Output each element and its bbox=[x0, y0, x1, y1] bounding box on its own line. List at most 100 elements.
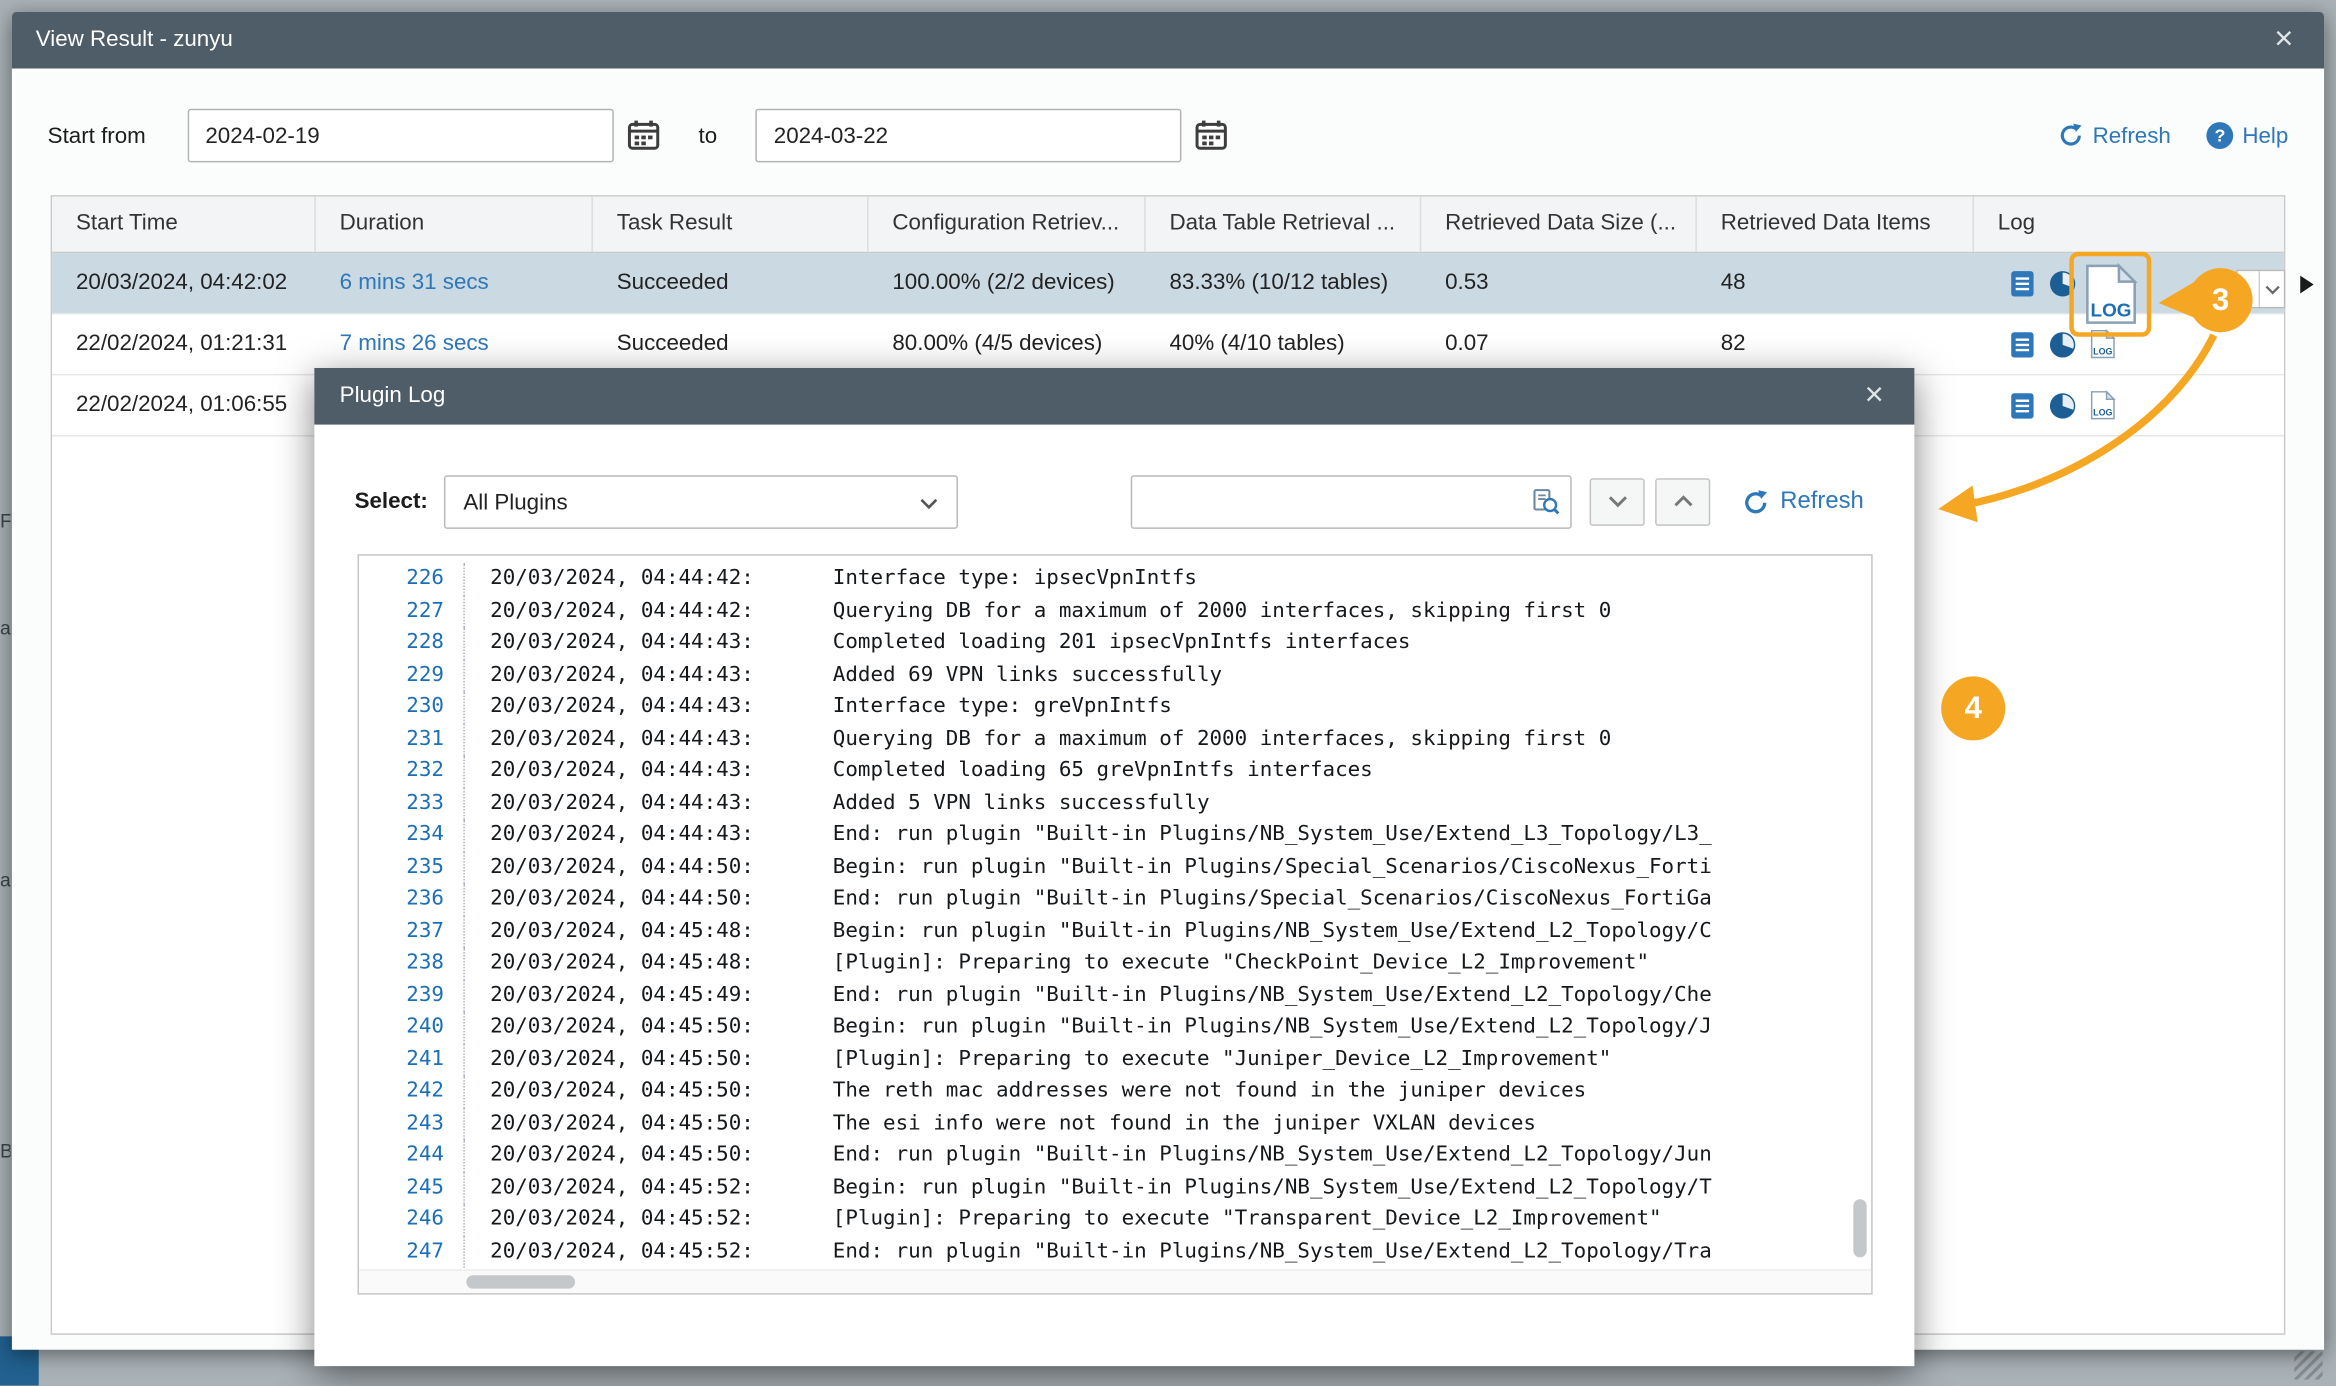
duration-link[interactable]: 7 mins 26 secs bbox=[316, 314, 593, 374]
find-previous-button[interactable] bbox=[1655, 478, 1710, 526]
close-icon[interactable]: × bbox=[1852, 368, 1897, 425]
log-line-number: 243 bbox=[359, 1108, 444, 1140]
log-line: 23420/03/2024, 04:44:43:End: run plugin … bbox=[359, 819, 1850, 851]
log-timestamp: 20/03/2024, 04:44:50: bbox=[490, 851, 833, 883]
log-message: The esi info were not found in the junip… bbox=[833, 1108, 1536, 1140]
plugin-select-value: All Plugins bbox=[463, 489, 919, 514]
log-line-number: 232 bbox=[359, 755, 444, 787]
filter-row: Start from to bbox=[48, 107, 2289, 164]
log-timestamp: 20/03/2024, 04:45:49: bbox=[490, 980, 833, 1012]
resize-grip[interactable] bbox=[2294, 1351, 2322, 1379]
log-line: 24320/03/2024, 04:45:50:The esi info wer… bbox=[359, 1108, 1850, 1140]
duration-link[interactable]: 6 mins 31 secs bbox=[316, 253, 593, 313]
log-line-number: 245 bbox=[359, 1172, 444, 1204]
horizontal-scrollbar-thumb[interactable] bbox=[466, 1275, 575, 1288]
cell-data-table-retrieval: 83.33% (10/12 tables) bbox=[1146, 253, 1422, 313]
log-timestamp: 20/03/2024, 04:44:43: bbox=[490, 627, 833, 659]
step-3-badge: 3 bbox=[2189, 268, 2253, 332]
chevron-down-icon bbox=[919, 489, 938, 514]
plugin-select-dropdown[interactable]: All Plugins bbox=[444, 475, 958, 529]
column-log[interactable]: Log bbox=[1974, 197, 2284, 252]
help-label: Help bbox=[2242, 123, 2288, 148]
column-task-result[interactable]: Task Result bbox=[593, 197, 869, 252]
dialog-titlebar: Plugin Log × bbox=[314, 368, 1914, 425]
table-row[interactable]: 20/03/2024, 04:42:02 6 mins 31 secs Succ… bbox=[52, 253, 2284, 314]
log-line: 22620/03/2024, 04:44:42:Interface type: … bbox=[359, 563, 1850, 595]
column-start-time[interactable]: Start Time bbox=[52, 197, 316, 252]
column-data-table-retrieval[interactable]: Data Table Retrieval ... bbox=[1146, 197, 1422, 252]
find-next-button[interactable] bbox=[1590, 478, 1645, 526]
end-date-input[interactable] bbox=[756, 109, 1182, 163]
help-icon: ? bbox=[2207, 122, 2234, 149]
log-line-number: 236 bbox=[359, 883, 444, 915]
start-date-input[interactable] bbox=[188, 109, 614, 163]
log-line: 23620/03/2024, 04:44:50:End: run plugin … bbox=[359, 883, 1850, 915]
log-refresh-button[interactable]: Refresh bbox=[1742, 475, 1864, 529]
log-line-number: 238 bbox=[359, 948, 444, 980]
log-timestamp: 20/03/2024, 04:44:43: bbox=[490, 819, 833, 851]
log-message: Begin: run plugin "Built-in Plugins/Spec… bbox=[833, 851, 1712, 883]
log-message: End: run plugin "Built-in Plugins/NB_Sys… bbox=[833, 1140, 1712, 1172]
to-label: to bbox=[699, 123, 718, 148]
chevron-down-icon bbox=[1607, 489, 1628, 516]
log-file-icon[interactable]: LOG bbox=[2090, 390, 2115, 420]
log-timestamp: 20/03/2024, 04:44:43: bbox=[490, 659, 833, 691]
horizontal-scrollbar[interactable] bbox=[359, 1269, 1871, 1293]
background-text-fragment: a bbox=[0, 869, 10, 891]
start-from-label: Start from bbox=[48, 123, 146, 148]
column-duration[interactable]: Duration bbox=[316, 197, 593, 252]
data-pie-icon[interactable] bbox=[2048, 391, 2076, 419]
refresh-label: Refresh bbox=[2093, 123, 2171, 148]
log-timestamp: 20/03/2024, 04:44:43: bbox=[490, 755, 833, 787]
chevron-up-icon bbox=[1672, 489, 1693, 516]
cell-data-size: 0.07 bbox=[1421, 314, 1697, 374]
log-line-number: 235 bbox=[359, 851, 444, 883]
log-message: End: run plugin "Built-in Plugins/NB_Sys… bbox=[833, 980, 1712, 1012]
log-timestamp: 20/03/2024, 04:44:50: bbox=[490, 883, 833, 915]
end-calendar-button[interactable] bbox=[1195, 119, 1228, 152]
log-timestamp: 20/03/2024, 04:44:42: bbox=[490, 563, 833, 595]
log-line: 24720/03/2024, 04:45:52:End: run plugin … bbox=[359, 1236, 1850, 1268]
log-line-number: 226 bbox=[359, 563, 444, 595]
table-row[interactable]: 22/02/2024, 01:21:31 7 mins 26 secs Succ… bbox=[52, 314, 2284, 375]
log-line: 22720/03/2024, 04:44:42:Querying DB for … bbox=[359, 595, 1850, 627]
log-message: Begin: run plugin "Built-in Plugins/NB_S… bbox=[833, 1172, 1712, 1204]
help-button[interactable]: ? Help bbox=[2207, 122, 2289, 149]
document-icon[interactable] bbox=[2010, 330, 2035, 358]
log-line: 23920/03/2024, 04:45:49:End: run plugin … bbox=[359, 980, 1850, 1012]
log-message: Added 69 VPN links successfully bbox=[833, 659, 1222, 691]
background-text-fragment: B bbox=[0, 1140, 10, 1162]
cell-data-size: 0.53 bbox=[1421, 253, 1697, 313]
column-retrieved-data-items[interactable]: Retrieved Data Items bbox=[1697, 197, 1974, 252]
refresh-button[interactable]: Refresh bbox=[2057, 122, 2171, 149]
svg-text:LOG: LOG bbox=[2093, 408, 2112, 418]
log-line-number: 246 bbox=[359, 1204, 444, 1236]
log-message: Added 5 VPN links successfully bbox=[833, 787, 1210, 819]
log-search-input[interactable] bbox=[1131, 475, 1572, 529]
window-titlebar: View Result - zunyu × bbox=[12, 12, 2324, 69]
log-line-number: 229 bbox=[359, 659, 444, 691]
log-line-number: 237 bbox=[359, 915, 444, 947]
log-message: End: run plugin "Built-in Plugins/NB_Sys… bbox=[833, 1236, 1712, 1268]
refresh-icon bbox=[2057, 122, 2084, 149]
log-line: 24520/03/2024, 04:45:52:Begin: run plugi… bbox=[359, 1172, 1850, 1204]
cell-task-result: Succeeded bbox=[593, 314, 869, 374]
log-line-number: 247 bbox=[359, 1236, 444, 1268]
vertical-scrollbar-thumb[interactable] bbox=[1853, 1199, 1866, 1257]
log-lines: 22620/03/2024, 04:44:42:Interface type: … bbox=[359, 563, 1850, 1268]
search-icon[interactable] bbox=[1533, 489, 1560, 523]
close-icon[interactable]: × bbox=[2262, 12, 2307, 69]
document-icon[interactable] bbox=[2010, 391, 2035, 419]
log-line-number: 227 bbox=[359, 595, 444, 627]
start-calendar-button[interactable] bbox=[627, 119, 660, 152]
document-icon[interactable] bbox=[2010, 269, 2035, 297]
log-file-icon-large[interactable]: LOG bbox=[2083, 262, 2137, 326]
log-line: 23320/03/2024, 04:44:43:Added 5 VPN link… bbox=[359, 787, 1850, 819]
column-config-retrieval[interactable]: Configuration Retriev... bbox=[869, 197, 1146, 252]
panel-expand-arrow-icon[interactable] bbox=[2300, 276, 2313, 294]
log-message: [Plugin]: Preparing to execute "Juniper_… bbox=[833, 1044, 1612, 1076]
log-message: Begin: run plugin "Built-in Plugins/NB_S… bbox=[833, 1012, 1712, 1044]
column-retrieved-data-size[interactable]: Retrieved Data Size (... bbox=[1421, 197, 1697, 252]
log-message: The reth mac addresses were not found in… bbox=[833, 1076, 1586, 1108]
log-timestamp: 20/03/2024, 04:44:42: bbox=[490, 595, 833, 627]
